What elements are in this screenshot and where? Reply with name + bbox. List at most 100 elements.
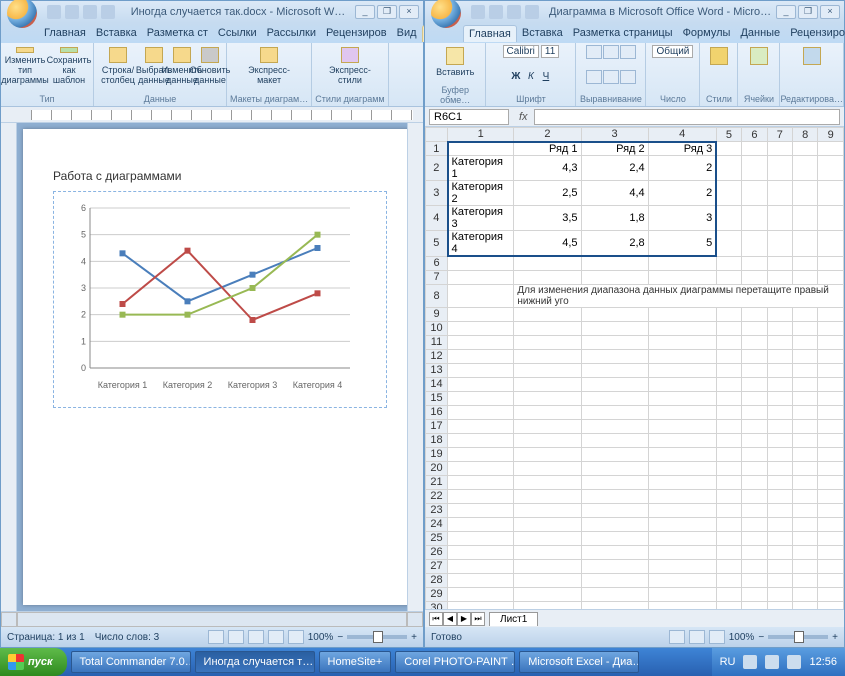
cell[interactable] [581, 256, 648, 270]
cell[interactable] [818, 142, 844, 156]
cell[interactable] [742, 601, 767, 609]
cell[interactable] [818, 587, 844, 601]
number-format-combo[interactable]: Общий [652, 45, 693, 58]
cell[interactable] [448, 142, 514, 156]
cell[interactable] [648, 377, 716, 391]
cell[interactable] [716, 489, 741, 503]
row-header[interactable]: 28 [426, 573, 448, 587]
row-header[interactable]: 13 [426, 363, 448, 377]
row-header[interactable]: 29 [426, 587, 448, 601]
change-chart-type-button[interactable]: Изменить тип диаграммы [4, 45, 46, 85]
cell[interactable] [514, 573, 581, 587]
cell[interactable] [581, 545, 648, 559]
cell[interactable] [581, 461, 648, 475]
cell[interactable] [514, 270, 581, 284]
cell[interactable] [581, 531, 648, 545]
cell[interactable] [648, 321, 716, 335]
tab-review[interactable]: Рецензиров [321, 25, 392, 41]
cell[interactable] [742, 256, 767, 270]
cell[interactable] [793, 433, 818, 447]
cell[interactable] [581, 503, 648, 517]
view-normal[interactable] [669, 630, 685, 644]
sheet-nav-first[interactable]: ⏮ [429, 612, 443, 626]
cell[interactable] [716, 335, 741, 349]
cell[interactable] [648, 475, 716, 489]
cell[interactable]: Категория 1 [448, 156, 514, 181]
cell[interactable]: 2,8 [581, 231, 648, 257]
tab-data[interactable]: Данные [735, 25, 785, 41]
cell[interactable]: Категория 4 [448, 231, 514, 257]
cell[interactable] [581, 447, 648, 461]
cell[interactable] [514, 335, 581, 349]
cell[interactable] [742, 587, 767, 601]
quick-access-toolbar[interactable] [47, 5, 115, 19]
cell[interactable] [581, 391, 648, 405]
cell[interactable] [716, 156, 741, 181]
sheet-nav-next[interactable]: ▶ [457, 612, 471, 626]
cell[interactable] [581, 270, 648, 284]
cell[interactable] [581, 489, 648, 503]
cell[interactable] [742, 270, 767, 284]
cell[interactable] [767, 559, 792, 573]
align-right[interactable] [620, 45, 636, 59]
row-header[interactable]: 30 [426, 601, 448, 609]
cell[interactable] [448, 489, 514, 503]
cell[interactable] [448, 256, 514, 270]
cell[interactable] [793, 363, 818, 377]
cell[interactable]: Категория 3 [448, 206, 514, 231]
cell[interactable] [742, 363, 767, 377]
cell[interactable] [793, 559, 818, 573]
cell[interactable] [793, 142, 818, 156]
cell[interactable] [767, 349, 792, 363]
cell[interactable] [767, 601, 792, 609]
cell[interactable]: 3 [648, 206, 716, 231]
taskbar-btn-1[interactable]: Иногда случается т… [195, 651, 315, 673]
col-header[interactable]: 4 [648, 128, 716, 142]
paste-button[interactable]: Вставить [434, 45, 476, 85]
cell[interactable] [448, 377, 514, 391]
cell[interactable]: 2,5 [514, 181, 581, 206]
tab-review[interactable]: Рецензирование [785, 25, 845, 41]
col-header[interactable]: 7 [767, 128, 792, 142]
cell[interactable] [716, 587, 741, 601]
name-box[interactable]: R6C1 [429, 109, 509, 125]
taskbar-btn-4[interactable]: Microsoft Excel - Диа… [519, 651, 639, 673]
cell[interactable] [793, 531, 818, 545]
cell[interactable] [514, 447, 581, 461]
cell[interactable] [716, 461, 741, 475]
cell[interactable] [742, 475, 767, 489]
cell[interactable] [818, 321, 844, 335]
cell[interactable] [716, 321, 741, 335]
cell[interactable] [767, 447, 792, 461]
cell[interactable] [514, 419, 581, 433]
cell[interactable] [767, 307, 792, 321]
cell[interactable] [742, 545, 767, 559]
cell[interactable] [793, 601, 818, 609]
cell[interactable] [581, 517, 648, 531]
cell[interactable] [514, 517, 581, 531]
cell[interactable] [818, 363, 844, 377]
cell[interactable] [818, 307, 844, 321]
cell[interactable] [716, 391, 741, 405]
cell[interactable] [767, 545, 792, 559]
cell[interactable] [716, 349, 741, 363]
cell[interactable] [818, 419, 844, 433]
cell[interactable] [448, 321, 514, 335]
cell[interactable] [767, 405, 792, 419]
cell[interactable] [767, 587, 792, 601]
row-header[interactable]: 7 [426, 270, 448, 284]
cell[interactable] [742, 447, 767, 461]
cell[interactable] [793, 545, 818, 559]
fx-icon[interactable]: fx [519, 111, 528, 123]
row-header[interactable]: 5 [426, 231, 448, 257]
cell[interactable]: 2 [648, 181, 716, 206]
sheet-tab[interactable]: Лист1 [489, 612, 538, 626]
cell[interactable] [581, 321, 648, 335]
cell[interactable] [818, 545, 844, 559]
cell[interactable]: Категория 2 [448, 181, 514, 206]
cell[interactable] [716, 559, 741, 573]
word-hscroll[interactable] [1, 611, 423, 627]
cell[interactable] [818, 517, 844, 531]
refresh-data-button[interactable]: Обновить данные [197, 45, 223, 85]
cell[interactable] [742, 419, 767, 433]
